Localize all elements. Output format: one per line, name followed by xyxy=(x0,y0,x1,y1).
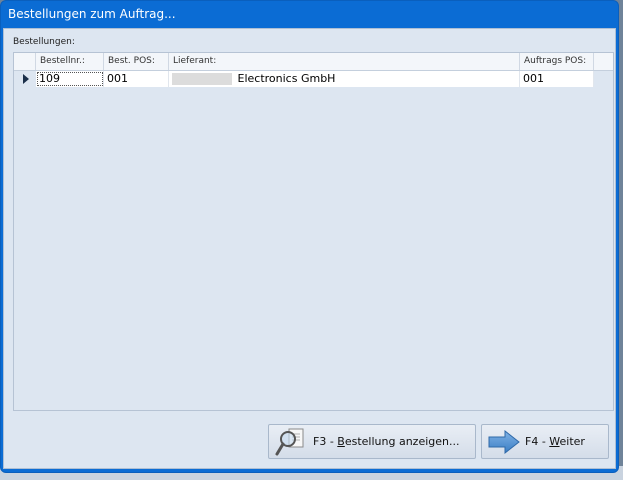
column-header-auftrags-pos[interactable]: Auftrags POS: xyxy=(520,53,594,70)
supplier-name: Electronics GmbH xyxy=(237,72,336,85)
show-order-button[interactable]: F3 - Bestellung anzeigen... xyxy=(268,424,476,459)
cell-lieferant[interactable]: Electronics GmbH xyxy=(169,71,520,87)
cell-bestellnr[interactable]: 109 xyxy=(36,71,104,87)
grid-header: Bestellnr.: Best. POS: Lieferant: Auftra… xyxy=(14,53,613,71)
window-title: Bestellungen zum Auftrag... xyxy=(8,7,176,21)
column-header-best-pos[interactable]: Best. POS: xyxy=(104,53,169,70)
cell-best-pos[interactable]: 001 xyxy=(104,71,169,87)
table-row[interactable]: 109 001 Electronics GmbH 001 xyxy=(14,71,594,87)
row-selector[interactable] xyxy=(14,71,36,87)
orders-group-label: Bestellungen: xyxy=(13,37,75,47)
column-header-lieferant[interactable]: Lieferant: xyxy=(169,53,520,70)
next-label: F4 - Weiter xyxy=(525,435,585,448)
current-row-arrow-icon xyxy=(23,74,29,84)
right-arrow-icon xyxy=(488,429,520,454)
show-order-label: F3 - Bestellung anzeigen... xyxy=(313,435,460,448)
magnifier-document-icon xyxy=(275,428,304,455)
next-button[interactable]: F4 - Weiter xyxy=(481,424,609,459)
dialog-window: Bestellungen zum Auftrag... Bestellungen… xyxy=(0,0,619,473)
row-indicator-header xyxy=(14,53,36,70)
cell-auftrags-pos[interactable]: 001 xyxy=(520,71,594,87)
redacted-supplier-prefix xyxy=(172,73,232,85)
dialog-client-area: Bestellungen: Bestellnr.: Best. POS: Lie… xyxy=(3,28,616,469)
column-header-bestellnr[interactable]: Bestellnr.: xyxy=(36,53,104,70)
orders-grid[interactable]: Bestellnr.: Best. POS: Lieferant: Auftra… xyxy=(13,52,614,411)
